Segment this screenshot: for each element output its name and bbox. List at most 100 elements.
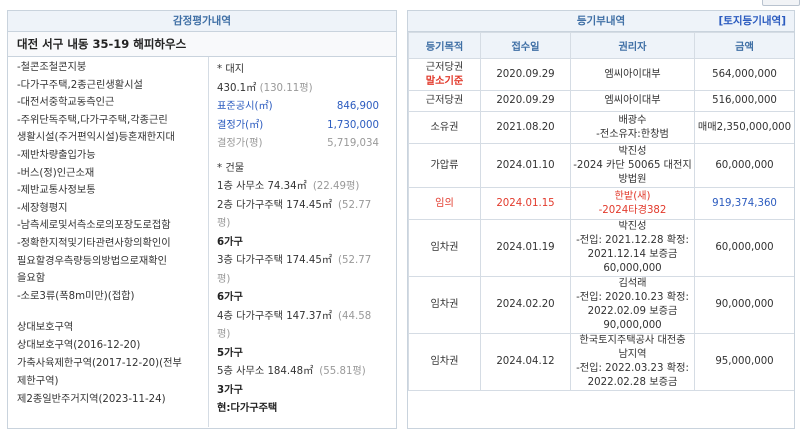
floor-row: 1층 사무소 74.34㎡ (22.49평) — [217, 178, 395, 197]
appraisal-header: 감정평가내역 — [8, 11, 396, 32]
holder-line: 한국토지주택공사 대전충 — [579, 335, 686, 346]
base-right-badge: 말소기준 — [425, 75, 464, 87]
holder-cell: 엠씨아이대부 — [570, 90, 695, 112]
registry-row: 근저당권 2020.09.29 엠씨아이대부 516,000,000 — [408, 90, 794, 112]
purpose-text: 근저당권 — [425, 95, 464, 106]
date-cell: 2024.01.10 — [480, 143, 571, 188]
holder-line: 배광수 — [618, 114, 647, 126]
floor-row: 2층 다가구주택 174.45㎡ (52.77 — [217, 197, 395, 216]
floor-desc: 3층 다가구주택 174.45㎡ — [217, 255, 333, 266]
registry-row: 소유권 2021.08.20 배광수 -전소유자:한창범 매매2,350,000,000 — [408, 111, 794, 144]
holder-cell: 엠씨아이대부 — [570, 58, 695, 91]
holder-line: -전입: 2022.03.23 확정: — [576, 363, 689, 374]
purpose-text: 가압류 — [430, 159, 459, 171]
col-date: 접수일 — [480, 32, 571, 59]
feature-line: -정확한지적및기타관련사항의확인이 — [17, 237, 171, 249]
purpose-text: 소유권 — [430, 121, 459, 133]
holder-line: -전입: 2021.12.28 확정: — [576, 235, 689, 246]
holder-line: 2022.02.09 보증금 — [587, 306, 678, 317]
land-area-pyeong: (130.11평) — [259, 82, 313, 94]
purpose-cell: 임차권 — [408, 333, 481, 391]
amount-cell: 90,000,000 — [694, 276, 794, 334]
amount-cell: 매매2,350,000,000 — [694, 111, 794, 144]
appraisal-panel: 감정평가내역 대전 서구 내동 35-19 해피하우스 -철콘조철콘지붕 -다가구… — [7, 10, 397, 429]
zone-line: 상대보호구역(2016-12-20) — [17, 340, 141, 352]
holder-line: 2022.02.28 보증금 — [587, 377, 678, 388]
date-cell: 2024.01.19 — [480, 219, 571, 277]
decided-pyeong-row: 결정가(평) 5,719,034 — [217, 135, 395, 154]
household-count: 현:다가구주택 — [217, 403, 278, 414]
date-cell: 2020.09.29 — [480, 90, 571, 112]
registry-table: 등기목적 접수일 권리자 금액 근저당권 말소기준 2020.09.29 엠씨아이대부… — [408, 32, 794, 391]
top-corner-button[interactable] — [762, 0, 800, 6]
property-address: 대전 서구 내동 35-19 해피하우스 — [8, 32, 396, 57]
amount-cell: 564,000,000 — [694, 58, 794, 91]
date-cell: 2024.04.12 — [480, 333, 571, 391]
floor-row: 3층 다가구주택 174.45㎡ (52.77 — [217, 252, 395, 271]
holder-line: 박진성 — [618, 221, 647, 232]
zones-list: 상대보호구역상대보호구역(2016-12-20) 가축사육제한구역(2017-12… — [8, 305, 208, 409]
feature-line: -버스(정)인근소재 — [17, 167, 95, 179]
registry-row: 가압류 2024.01.10 박진성 -2024 카단 50065 대전지 방법원 60,… — [408, 143, 794, 188]
building-title: * 건물 — [217, 162, 245, 174]
date-cell: 2024.02.20 — [480, 276, 571, 334]
floor-pyeong: (44.58 — [338, 310, 372, 322]
registry-row: 임차권 2024.01.19 박진성 -전입: 2021.12.28 확정: 2021.… — [408, 219, 794, 277]
features-list: -철콘조철콘지붕 -다가구주택,2종근린생활시설 -대전서중학교동측인근 -주위단독주… — [8, 57, 208, 305]
holder-cell: 박진성 -2024 카단 50065 대전지 방법원 — [570, 143, 695, 188]
decided-price-row: 결정가(㎡) 1,730,000 — [217, 117, 395, 136]
registry-row: 임의 2024.01.15 한밭(새) -2024타경382 919,374,360 — [408, 187, 794, 220]
purpose-cell: 임의 — [408, 187, 481, 220]
registry-panel: 등기부내역 [토지등기내역] 등기목적 접수일 권리자 금액 근저당권 말소기준 2… — [407, 10, 795, 429]
holder-cell: 박진성 -전입: 2021.12.28 확정: 2021.12.14 보증금 60,0… — [570, 219, 695, 277]
floor-row: 4층 다가구주택 147.37㎡ (44.58 — [217, 308, 395, 327]
purpose-text: 임차권 — [430, 356, 459, 367]
floor-desc: 4층 다가구주택 147.37㎡ — [217, 310, 333, 322]
feature-line: -철콘조철콘지붕 — [17, 62, 87, 73]
decided-price-label: 결정가(㎡) — [217, 119, 264, 131]
purpose-cell: 근저당권 — [408, 90, 481, 112]
land-registry-link[interactable]: [토지등기내역] — [718, 11, 786, 31]
decided-pyeong-value: 5,719,034 — [327, 138, 379, 149]
holder-line: -2024타경382 — [598, 204, 667, 216]
date-cell: 2021.08.20 — [480, 111, 571, 144]
floor-pyeong: (52.77 — [338, 199, 372, 211]
feature-line: -세장형평지 — [17, 202, 68, 214]
registry-row: 임차권 2024.04.12 한국토지주택공사 대전충 남지역 -전입: 2022.03… — [408, 333, 794, 391]
feature-line: 을요함 — [17, 273, 46, 285]
feature-line: 필요할경우측량등의방법으로재확인 — [17, 255, 167, 267]
registry-row: 근저당권 말소기준 2020.09.29 엠씨아이대부 564,000,000 — [408, 58, 794, 91]
feature-line: -주위단독주택,다가구주택,각종근린 — [17, 114, 168, 126]
purpose-cell: 근저당권 말소기준 — [408, 58, 481, 91]
purpose-cell: 가압류 — [408, 143, 481, 188]
household-count: 6가구 — [217, 236, 243, 248]
col-purpose: 등기목적 — [408, 32, 481, 59]
land-title: * 대지 — [217, 64, 245, 75]
amount-cell: 95,000,000 — [694, 333, 794, 391]
building-floors: 1층 사무소 74.34㎡ (22.49평) 2층 다가구주택 174.45㎡ (52… — [217, 178, 395, 419]
amount-cell: 60,000,000 — [694, 143, 794, 188]
official-price-label: 표준공시(㎡) — [217, 101, 273, 112]
holder-line: 엠씨아이대부 — [604, 68, 661, 80]
land-area-row: 430.1㎡ (130.11평) — [217, 80, 395, 99]
feature-line: -다가구주택,2종근린생활시설 — [17, 79, 143, 91]
official-price-row: 표준공시(㎡) 846,900 — [217, 98, 395, 117]
feature-line: -제반차량출입가능 — [17, 149, 96, 161]
holder-line: -전입: 2020.10.23 확정: — [576, 292, 689, 303]
feature-line: 생활시설(주거편익시설)등혼재한지대 — [17, 132, 175, 144]
purpose-text: 임차권 — [430, 299, 459, 310]
holder-cell: 한밭(새) -2024타경382 — [570, 187, 695, 220]
registry-row: 임차권 2024.02.20 김석래 -전입: 2020.10.23 확정: 2022.… — [408, 276, 794, 334]
holder-line: 김석래 — [618, 278, 647, 289]
floor-pyeong: (22.49평) — [312, 181, 360, 192]
zone-line: 가축사육제한구역(2017-12-20)(전부 — [17, 358, 182, 370]
floor-pyeong-cont: 평) — [217, 218, 231, 229]
household-count: 3가구 — [217, 384, 243, 396]
purpose-text: 임차권 — [430, 242, 459, 253]
floor-desc: 1층 사무소 74.34㎡ — [217, 181, 307, 192]
amount-cell: 919,374,360 — [694, 187, 794, 220]
registry-header: 등기부내역 [토지등기내역] — [408, 11, 794, 32]
date-cell: 2024.01.15 — [480, 187, 571, 220]
floor-row: 5층 사무소 184.48㎡ (55.81평) — [217, 363, 395, 382]
zone-line: 상대보호구역 — [17, 322, 74, 334]
